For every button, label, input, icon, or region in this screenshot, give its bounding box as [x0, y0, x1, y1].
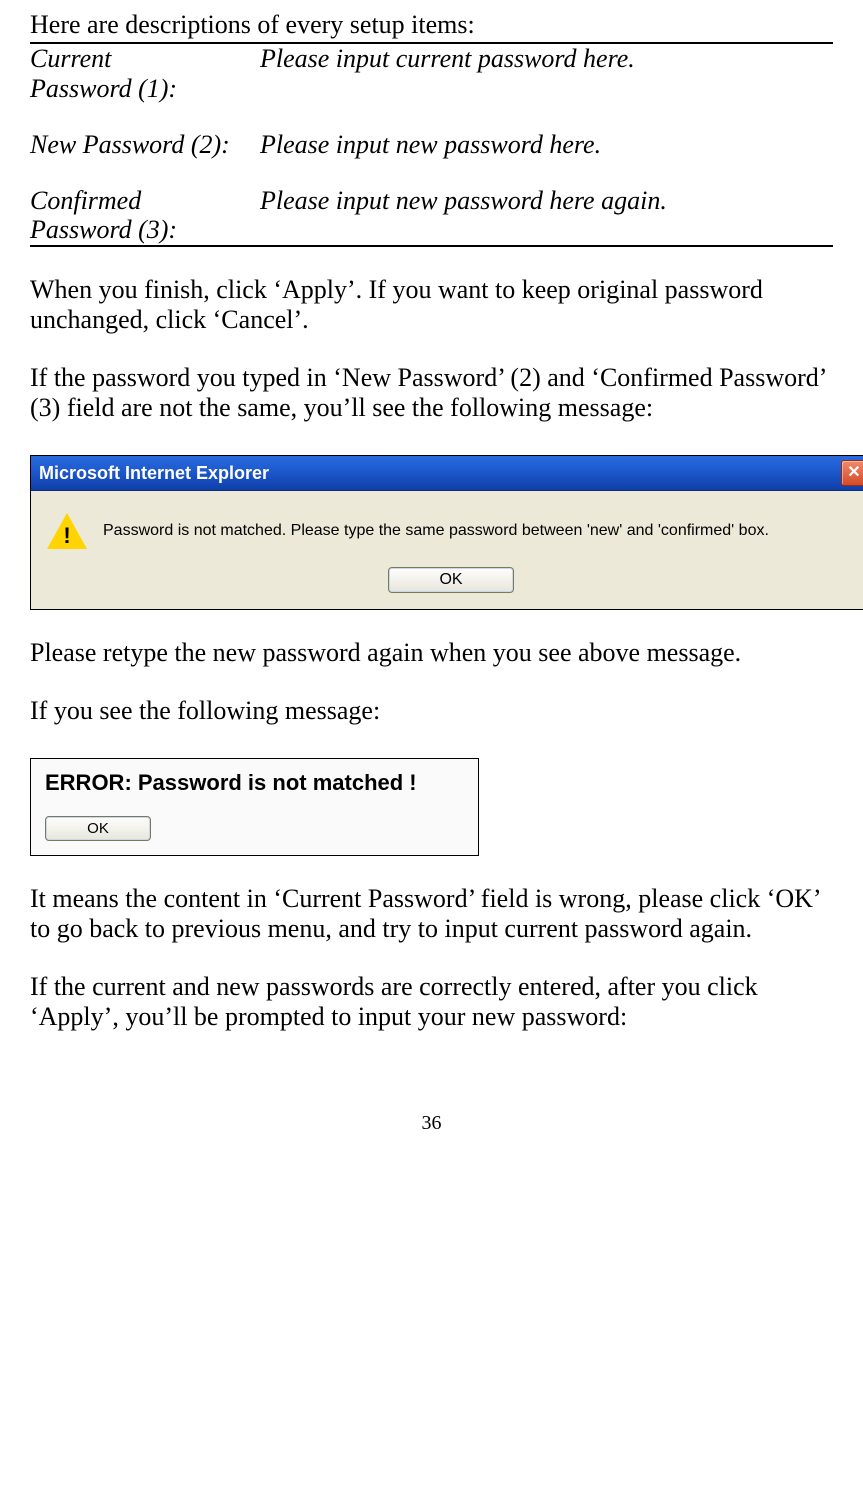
def-desc: Please input new password here. — [260, 130, 833, 160]
def-label: New Password (2): — [30, 130, 260, 160]
paragraph: If you see the following message: — [30, 696, 833, 726]
close-icon[interactable]: ✕ — [841, 460, 863, 486]
dialog-titlebar: Microsoft Internet Explorer ✕ — [31, 456, 863, 491]
def-desc: Please input new password here again. — [260, 186, 833, 246]
def-label: Password (3): — [30, 215, 177, 244]
ie-alert-dialog: Microsoft Internet Explorer ✕ Password i… — [30, 455, 863, 610]
table-row: Confirmed Password (3): Please input new… — [30, 186, 833, 246]
def-label: Password (1): — [30, 74, 177, 103]
error-dialog: ERROR: Password is not matched ! OK — [30, 758, 479, 856]
def-desc: Please input current password here. — [260, 44, 833, 104]
def-label: Confirmed — [30, 186, 141, 215]
paragraph: When you finish, click ‘Apply’. If you w… — [30, 275, 833, 335]
paragraph: If the current and new passwords are cor… — [30, 972, 833, 1032]
paragraph: It means the content in ‘Current Passwor… — [30, 884, 833, 944]
section-heading: Here are descriptions of every setup ite… — [30, 10, 833, 44]
page-number: 36 — [30, 1112, 833, 1135]
definitions-table: Current Password (1): Please input curre… — [30, 44, 833, 245]
dialog-message: ERROR: Password is not matched ! — [45, 769, 464, 798]
dialog-body: Password is not matched. Please type the… — [31, 491, 863, 609]
table-row: Current Password (1): Please input curre… — [30, 44, 833, 104]
dialog-title: Microsoft Internet Explorer — [39, 463, 269, 484]
ok-button[interactable]: OK — [388, 567, 514, 593]
ok-button[interactable]: OK — [45, 816, 151, 842]
def-label: Current — [30, 44, 111, 73]
paragraph: Please retype the new password again whe… — [30, 638, 833, 668]
dialog-message: Password is not matched. Please type the… — [103, 522, 769, 540]
definitions-table-wrapper: Current Password (1): Please input curre… — [30, 44, 833, 247]
table-row: New Password (2): Please input new passw… — [30, 130, 833, 160]
paragraph: If the password you typed in ‘New Passwo… — [30, 363, 833, 423]
warning-icon — [47, 513, 87, 549]
